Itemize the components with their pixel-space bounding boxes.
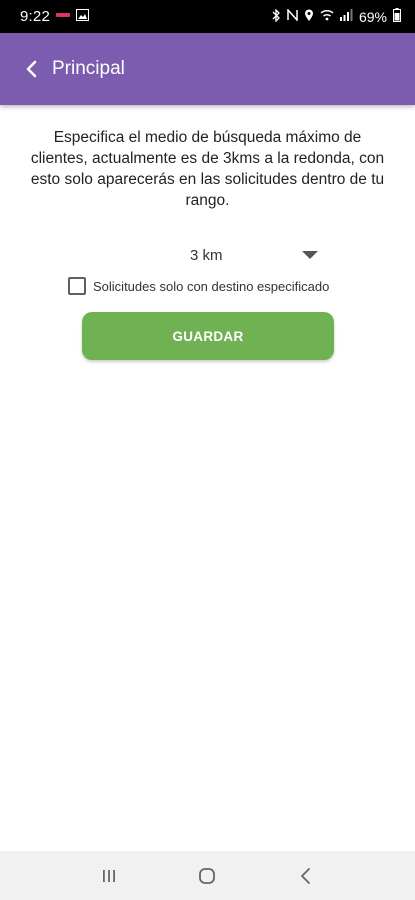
location-icon	[304, 9, 314, 25]
search-radius-description: Especifica el medio de búsqueda máximo d…	[30, 129, 385, 209]
save-button[interactable]: GUARDAR	[82, 312, 334, 360]
radius-dropdown-value: 3 km	[190, 246, 223, 264]
destination-only-label: Solicitudes solo con destino especificad…	[93, 278, 330, 294]
app-bar: Principal	[0, 33, 415, 105]
radius-dropdown[interactable]: 3 km	[150, 241, 330, 269]
carrier-icon	[56, 11, 70, 22]
bluetooth-icon	[272, 7, 281, 25]
chevron-left-icon[interactable]	[24, 58, 46, 80]
page-title[interactable]: Principal	[52, 58, 125, 80]
status-left: 9:22	[20, 8, 89, 25]
destination-only-option[interactable]: Solicitudes solo con destino especificad…	[68, 277, 329, 295]
status-time: 9:22	[20, 8, 50, 25]
dropdown-arrow-icon	[302, 251, 318, 259]
main-content: Especifica el medio de búsqueda máximo d…	[0, 105, 415, 360]
nav-back-icon[interactable]	[286, 856, 326, 896]
battery-level: 69%	[358, 8, 387, 25]
battery-icon	[393, 8, 401, 25]
system-nav-bar	[0, 851, 415, 900]
status-bar: 9:22 69%	[0, 0, 415, 33]
nfc-icon	[287, 8, 298, 24]
image-icon	[76, 9, 89, 24]
wifi-icon	[320, 9, 334, 24]
recent-apps-icon[interactable]	[89, 856, 129, 896]
status-right: 69%	[272, 7, 401, 25]
destination-only-checkbox[interactable]	[68, 277, 86, 295]
home-icon[interactable]	[187, 856, 227, 896]
signal-icon	[339, 9, 353, 24]
